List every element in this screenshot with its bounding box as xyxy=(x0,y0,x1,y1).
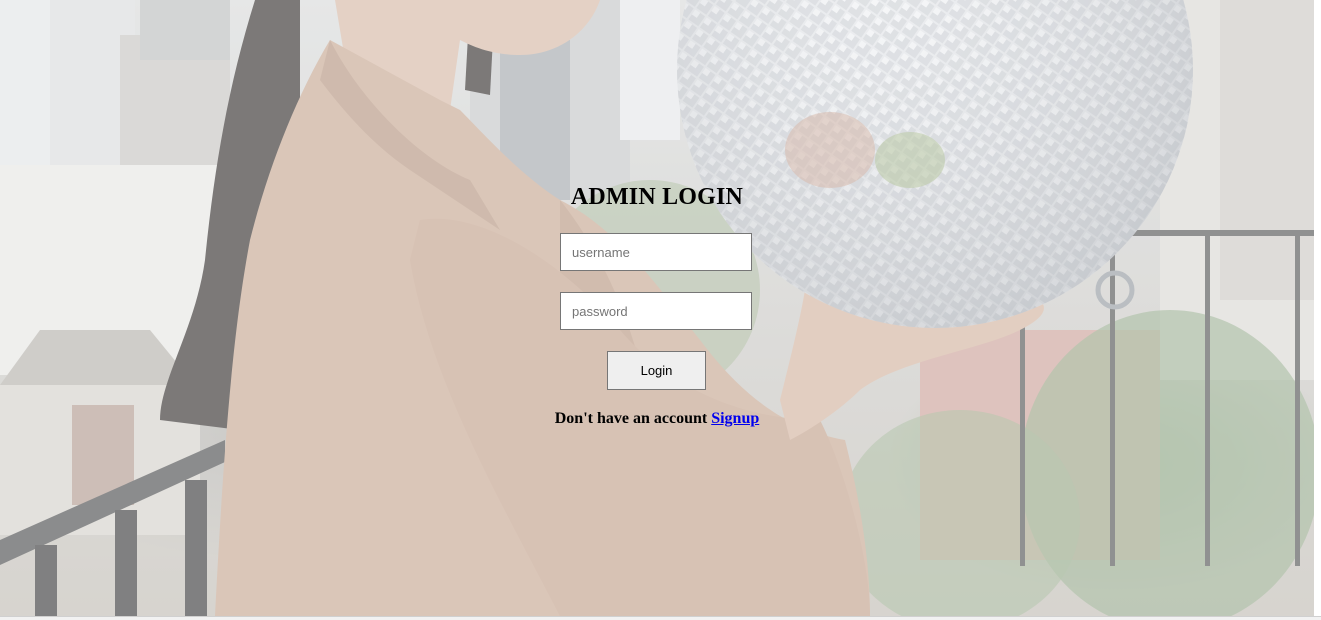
login-form: ADMIN LOGIN Login Don't have an account … xyxy=(0,0,1314,616)
page-title: ADMIN LOGIN xyxy=(570,184,744,210)
horizontal-scrollbar[interactable] xyxy=(0,616,1321,620)
signup-link[interactable]: Signup xyxy=(711,410,759,427)
signup-prompt-text: Don't have an account xyxy=(554,410,708,427)
login-button[interactable]: Login xyxy=(607,351,706,390)
page-edge xyxy=(1314,0,1321,620)
username-input[interactable] xyxy=(560,233,752,271)
password-input[interactable] xyxy=(560,292,752,330)
signup-prompt-row: Don't have an account Signup xyxy=(0,410,1314,428)
